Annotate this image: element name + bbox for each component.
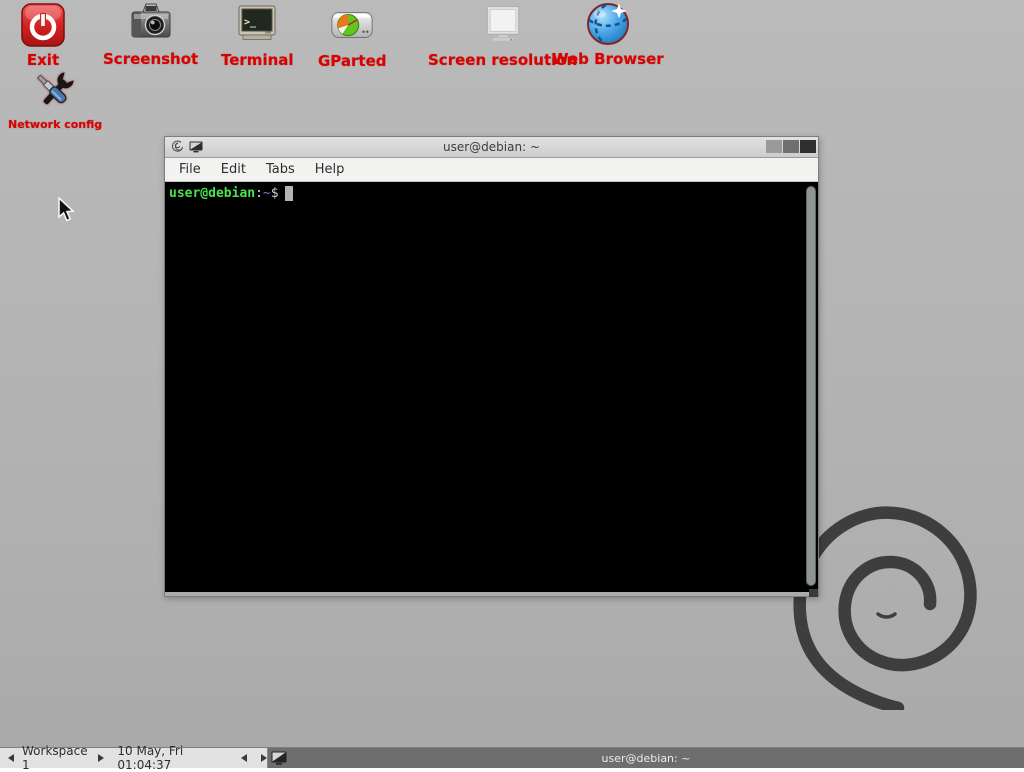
window-titlebar[interactable]: user@debian: ~ [165,137,818,158]
prompt-path: ~ [263,186,271,201]
monitor-icon [480,2,526,48]
maximize-button[interactable] [783,140,799,153]
task-button-terminal[interactable]: user@debian: ~ [268,748,1024,768]
window-menubar: File Edit Tabs Help [165,158,818,182]
prompt-user-host: user@debian [169,186,255,201]
desktop-icon-screenshot[interactable]: Screenshot [103,1,198,68]
crt-terminal-icon: >_ [234,2,280,48]
svg-text:>_: >_ [244,17,257,28]
menu-file[interactable]: File [169,160,211,179]
menu-edit[interactable]: Edit [211,160,256,179]
desktop-background: Exit Screenshot >_ [0,0,1024,768]
tools-icon [27,68,83,116]
menu-help[interactable]: Help [305,160,355,179]
window-next-arrow-icon[interactable] [261,754,267,762]
globe-icon [585,1,631,47]
prompt-symbol: $ [271,186,279,201]
workspace-next-arrow-icon[interactable] [98,754,104,762]
icon-label: Terminal [221,51,294,69]
menu-tabs[interactable]: Tabs [256,160,305,179]
icon-label: Exit [27,51,59,69]
terminal-screen[interactable]: user@debian:~$ [165,182,818,592]
text-cursor [285,186,293,201]
icon-label: GParted [318,52,387,70]
prompt-colon: : [255,186,263,201]
scrollbar-thumb[interactable] [806,186,816,586]
terminal-scrollbar[interactable] [806,186,816,586]
desktop-icon-web-browser[interactable]: Web Browser [552,1,664,68]
minimize-button[interactable] [766,140,782,153]
resize-grip[interactable] [809,589,818,597]
power-icon [20,2,66,48]
task-button-label: user@debian: ~ [268,752,1024,765]
icon-label: Network config [8,118,102,131]
workspace-prev-arrow-icon[interactable] [8,754,14,762]
icon-label: Web Browser [552,50,664,68]
close-button[interactable] [800,140,816,153]
mouse-cursor [57,197,77,225]
camera-icon [128,1,174,47]
desktop-icon-gparted[interactable]: GParted [318,3,387,70]
desktop-icon-terminal[interactable]: >_ Terminal [221,2,294,69]
desktop-icon-network-config[interactable]: Network config [8,68,102,131]
disk-partition-icon [329,3,375,49]
taskbar-toolbar: Workspace 1 10 May, Fri 01:04:37 [0,748,268,768]
shell-prompt: user@debian:~$ [169,186,293,201]
desktop-icon-exit[interactable]: Exit [20,2,66,69]
window-bottom-edge [165,592,818,596]
window-prev-arrow-icon[interactable] [241,754,247,762]
taskbar: Workspace 1 10 May, Fri 01:04:37 user@de… [0,747,1024,768]
icon-label: Screenshot [103,50,198,68]
window-title: user@debian: ~ [165,140,818,154]
terminal-window: user@debian: ~ File Edit Tabs Help user@… [164,136,819,597]
